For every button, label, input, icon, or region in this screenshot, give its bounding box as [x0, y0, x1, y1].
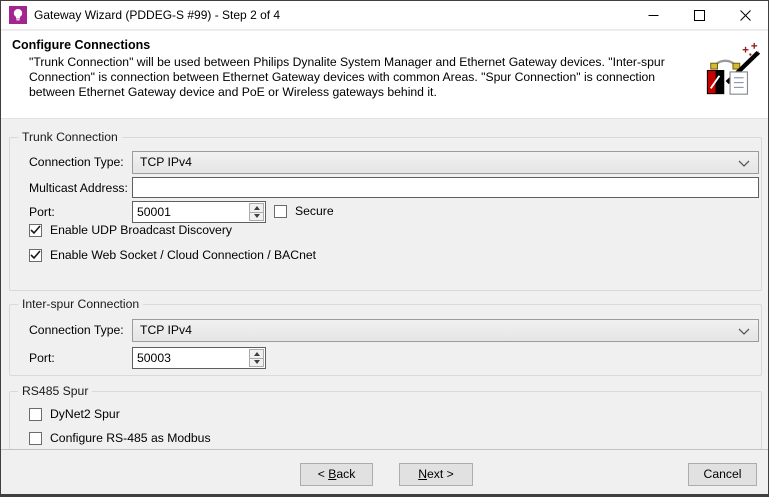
group-trunk-label: Trunk Connection: [18, 130, 122, 145]
checkmark-icon: [30, 225, 41, 235]
interspur-port-stepper: [132, 347, 266, 369]
maximize-icon: [693, 10, 705, 21]
trunk-connection-type-label: Connection Type:: [29, 155, 124, 169]
dynet2-checkbox-box[interactable]: [29, 407, 42, 421]
trunk-port-input[interactable]: [132, 201, 266, 223]
checkbox-secure[interactable]: Secure: [274, 204, 334, 218]
secure-checkbox-label: Secure: [295, 204, 334, 218]
interspur-port-label: Port:: [29, 351, 55, 365]
wizard-footer: < Back Next > Cancel: [1, 449, 768, 494]
caption-buttons: [630, 1, 768, 30]
group-interspur-label: Inter-spur Connection: [18, 297, 144, 312]
page-description: "Trunk Connection" will be used between …: [29, 55, 665, 99]
wizard-header: Configure Connections "Trunk Connection"…: [1, 31, 768, 119]
next-button[interactable]: Next >: [399, 463, 473, 486]
trunk-port-spin: [249, 203, 264, 221]
trunk-multicast-label: Multicast Address:: [29, 181, 128, 195]
cancel-button[interactable]: Cancel: [688, 463, 757, 486]
trunk-port-label: Port:: [29, 205, 55, 219]
minimize-button[interactable]: [630, 1, 676, 30]
close-button[interactable]: [722, 1, 768, 30]
close-icon: [739, 10, 751, 21]
websocket-checkbox-label: Enable Web Socket / Cloud Connection / B…: [50, 248, 317, 262]
trunk-multicast-input[interactable]: [132, 177, 759, 198]
window-title: Gateway Wizard (PDDEG-S #99) - Step 2 of…: [34, 8, 281, 22]
group-trunk-connection: Trunk Connection Connection Type: TCP IP…: [9, 130, 762, 291]
back-button[interactable]: < Back: [300, 463, 373, 486]
back-label-post: ack: [336, 467, 356, 481]
wizard-wand-icon: [706, 42, 761, 95]
trunk-port-stepper: [132, 201, 266, 223]
app-bulb-icon: [9, 6, 27, 24]
chevron-down-icon: [738, 160, 750, 167]
next-label-post: ext >: [427, 467, 454, 481]
checkbox-dynet2-spur[interactable]: DyNet2 Spur: [29, 407, 120, 421]
chevron-down-icon: [738, 328, 750, 335]
interspur-connection-type-select[interactable]: TCP IPv4: [132, 319, 759, 342]
udp-checkbox-label: Enable UDP Broadcast Discovery: [50, 223, 232, 237]
wizard-content: Trunk Connection Connection Type: TCP IP…: [1, 119, 768, 450]
gateway-wizard-window: Gateway Wizard (PDDEG-S #99) - Step 2 of…: [0, 0, 769, 497]
modbus-checkbox-label: Configure RS-485 as Modbus: [50, 431, 211, 445]
minimize-icon: [648, 15, 658, 16]
spinner-down-icon[interactable]: [249, 357, 264, 367]
interspur-connection-type-value: TCP IPv4: [140, 323, 192, 337]
maximize-button[interactable]: [676, 1, 722, 30]
interspur-port-spin: [249, 349, 264, 367]
group-interspur-connection: Inter-spur Connection Connection Type: T…: [9, 297, 762, 376]
interspur-connection-type-label: Connection Type:: [29, 323, 124, 337]
checkbox-enable-udp[interactable]: Enable UDP Broadcast Discovery: [29, 223, 232, 237]
checkmark-icon: [30, 250, 41, 260]
group-rs485-spur: RS485 Spur DyNet2 Spur Configure RS-485 …: [9, 384, 762, 450]
checkbox-rs485-modbus[interactable]: Configure RS-485 as Modbus: [29, 431, 211, 445]
checkbox-enable-websocket[interactable]: Enable Web Socket / Cloud Connection / B…: [29, 248, 316, 262]
titlebar: Gateway Wizard (PDDEG-S #99) - Step 2 of…: [1, 1, 768, 30]
trunk-connection-type-select[interactable]: TCP IPv4: [132, 151, 759, 174]
dynet2-checkbox-label: DyNet2 Spur: [50, 407, 120, 421]
interspur-port-input[interactable]: [132, 347, 266, 369]
page-title: Configure Connections: [12, 38, 151, 52]
spinner-down-icon[interactable]: [249, 211, 264, 221]
websocket-checkbox-box[interactable]: [29, 248, 42, 262]
udp-checkbox-box[interactable]: [29, 223, 42, 237]
group-rs485-label: RS485 Spur: [18, 384, 93, 399]
trunk-connection-type-value: TCP IPv4: [140, 155, 192, 169]
secure-checkbox-box[interactable]: [274, 204, 287, 218]
next-label-accel: N: [418, 467, 428, 481]
back-label-pre: <: [317, 467, 329, 481]
modbus-checkbox-box[interactable]: [29, 431, 42, 445]
